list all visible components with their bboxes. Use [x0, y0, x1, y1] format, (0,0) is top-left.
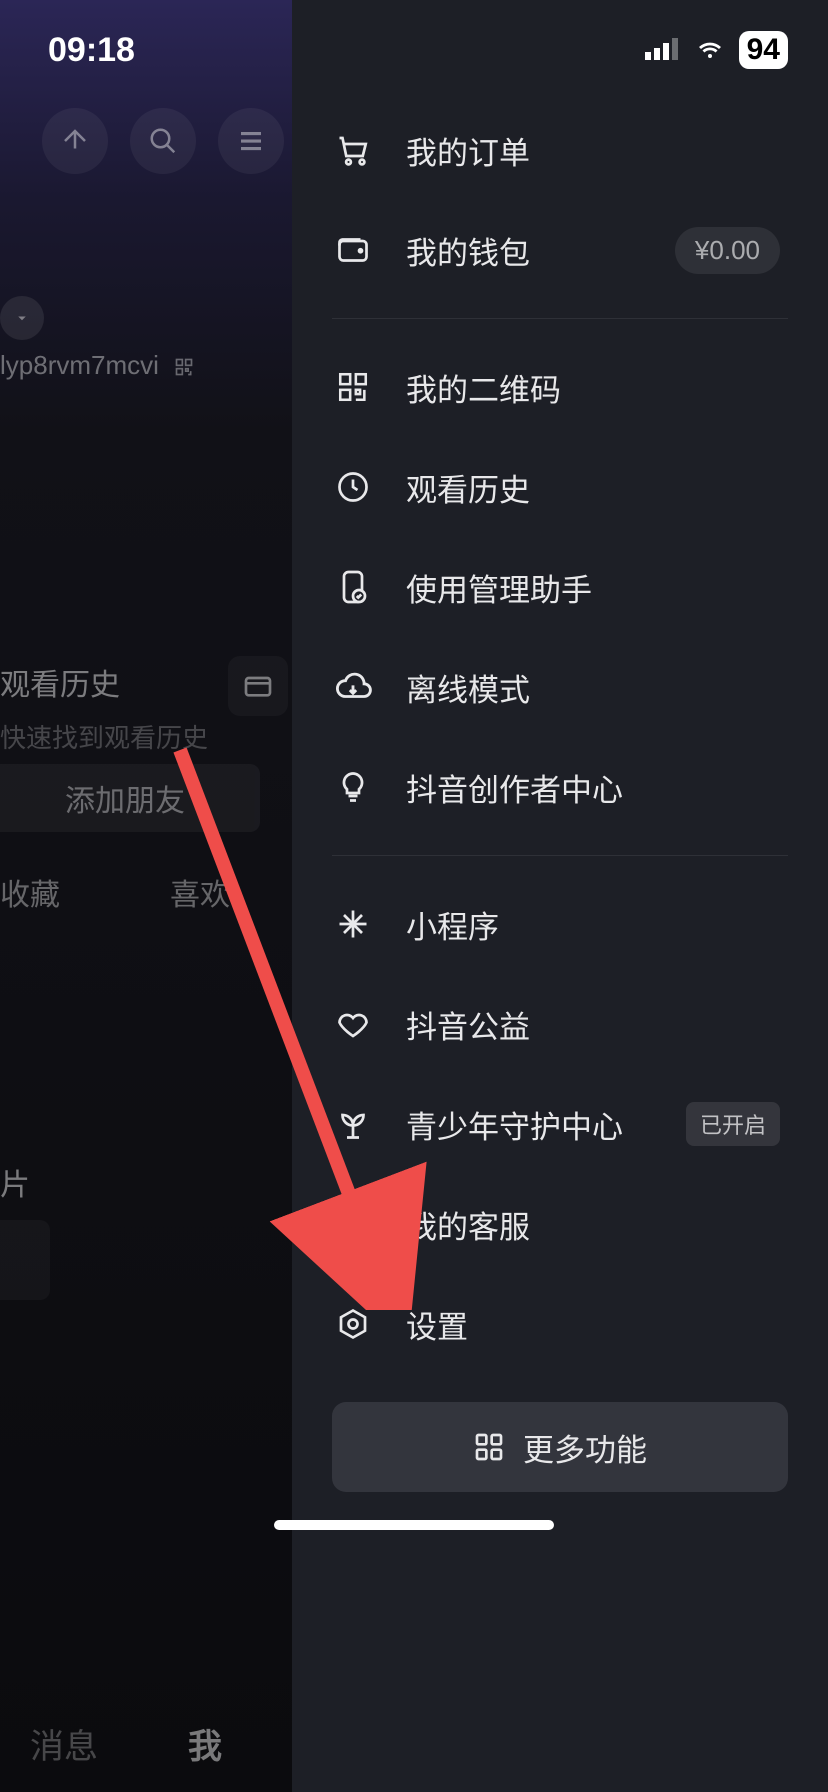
username-text: lyp8rvm7mcvi [0, 350, 194, 381]
wifi-icon [693, 38, 727, 62]
menu-customer-service[interactable]: 我的客服 [292, 1174, 828, 1274]
heart-icon [332, 1003, 374, 1045]
lightbulb-icon [332, 766, 374, 808]
add-friend-button[interactable]: 添加朋友 [0, 764, 260, 832]
status-bar: 09:18 94 [0, 0, 828, 100]
menu-offline-mode[interactable]: 离线模式 [292, 637, 828, 737]
youth-enabled-badge: 已开启 [686, 1102, 780, 1146]
sprout-icon [332, 1103, 374, 1145]
menu-label: 我的订单 [406, 128, 530, 173]
menu-label: 使用管理助手 [406, 565, 592, 610]
divider [332, 318, 788, 319]
menu-label: 青少年守护中心 [406, 1102, 623, 1147]
menu-label: 抖音公益 [406, 1002, 530, 1047]
hamburger-menu-button[interactable] [218, 108, 284, 174]
more-features-button[interactable]: 更多功能 [332, 1402, 788, 1492]
menu-my-wallet[interactable]: 我的钱包 ¥0.00 [292, 200, 828, 300]
grid-icon [473, 1431, 505, 1463]
share-button[interactable] [42, 108, 108, 174]
divider [332, 855, 788, 856]
cloud-download-icon [332, 666, 374, 708]
menu-my-orders[interactable]: 我的订单 [292, 100, 828, 200]
menu-settings[interactable]: 设置 [292, 1274, 828, 1374]
sparkle-icon [332, 903, 374, 945]
more-label: 更多功能 [523, 1425, 647, 1470]
menu-label: 离线模式 [406, 665, 530, 710]
cart-icon [332, 129, 374, 171]
wallet-shortcut[interactable] [228, 656, 288, 716]
menu-usage-assistant[interactable]: 使用管理助手 [292, 537, 828, 637]
bottom-tab-me[interactable]: 我 [188, 1719, 222, 1768]
menu-label: 我的二维码 [406, 365, 561, 410]
headset-icon [332, 1203, 374, 1245]
name-card-label: 片 [0, 1160, 30, 1204]
qr-icon [332, 366, 374, 408]
menu-label: 我的客服 [406, 1202, 530, 1247]
history-sub: 快速找到观看历史 [0, 718, 292, 755]
menu-watch-history[interactable]: 观看历史 [292, 437, 828, 537]
battery-indicator: 94 [739, 31, 788, 69]
menu-label: 小程序 [406, 902, 499, 947]
clock-icon [332, 466, 374, 508]
menu-mini-programs[interactable]: 小程序 [292, 874, 828, 974]
home-indicator [274, 1520, 554, 1530]
wallet-amount: ¥0.00 [675, 227, 780, 274]
name-card-thumb[interactable] [0, 1220, 50, 1300]
menu-creator-center[interactable]: 抖音创作者中心 [292, 737, 828, 837]
bottom-tab-messages[interactable]: 消息 [30, 1719, 98, 1768]
gear-icon [332, 1303, 374, 1345]
menu-label: 我的钱包 [406, 228, 530, 273]
background-dimmed-page: lyp8rvm7mcvi 观看历史 快速找到观看历史 添加朋友 收藏 喜欢 片 … [0, 0, 292, 1792]
menu-label: 设置 [406, 1302, 468, 1347]
status-time: 09:18 [48, 31, 135, 70]
cellular-icon [645, 38, 681, 62]
menu-charity[interactable]: 抖音公益 [292, 974, 828, 1074]
phone-check-icon [332, 566, 374, 608]
menu-my-qr[interactable]: 我的二维码 [292, 337, 828, 437]
menu-youth-protection[interactable]: 青少年守护中心 已开启 [292, 1074, 828, 1174]
menu-label: 抖音创作者中心 [406, 765, 623, 810]
menu-label: 观看历史 [406, 465, 530, 510]
qr-mini-icon [174, 357, 194, 377]
tab-collect[interactable]: 收藏 [0, 870, 60, 914]
tab-like[interactable]: 喜欢 [170, 870, 230, 914]
expand-chev-icon[interactable] [0, 296, 44, 340]
search-button[interactable] [130, 108, 196, 174]
wallet-icon [332, 229, 374, 271]
